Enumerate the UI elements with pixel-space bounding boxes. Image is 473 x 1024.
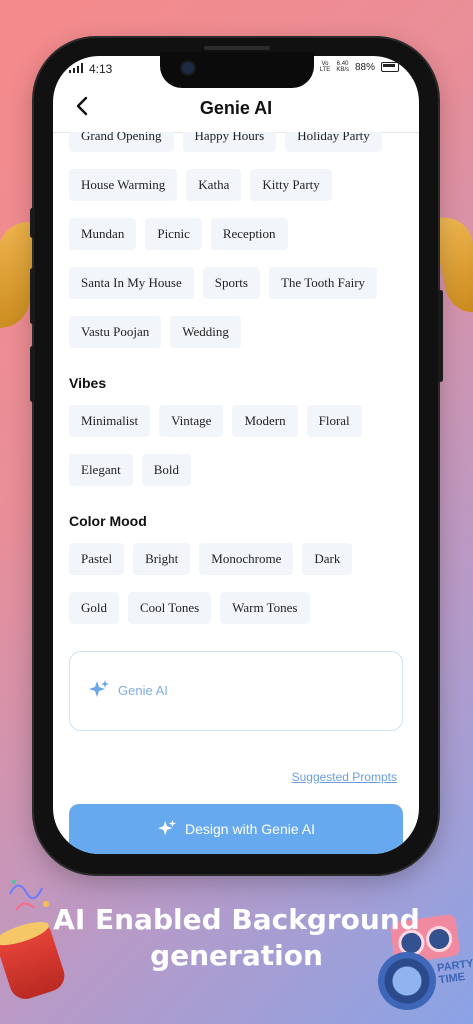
chip-cool-tones[interactable]: Cool Tones	[128, 592, 212, 624]
promo-line2: generation	[150, 939, 323, 972]
phone-side-button	[30, 208, 35, 238]
app-header: Genie AI	[53, 84, 419, 133]
chip-minimalist[interactable]: Minimalist	[69, 405, 151, 437]
sparkle-icon	[157, 819, 177, 836]
battery-icon	[381, 62, 399, 72]
chip-wedding[interactable]: Wedding	[170, 316, 241, 348]
speaker-grille	[204, 46, 270, 50]
chip-house-warming[interactable]: House Warming	[69, 169, 178, 201]
genie-prompt-input[interactable]: Genie AI	[69, 651, 403, 731]
speed-indicator: 6.40 KB/s	[336, 61, 349, 73]
design-button-label: Design with Genie AI	[185, 821, 315, 837]
page-title: Genie AI	[199, 97, 273, 118]
chip-holiday-party[interactable]: Holiday Party	[285, 132, 382, 152]
design-with-genie-button[interactable]: Design with Genie AI	[69, 804, 403, 854]
chip-katha[interactable]: Katha	[186, 169, 242, 201]
battery-percent: 88%	[354, 61, 375, 73]
color-mood-chips: Pastel Bright Monochrome Dark Gold Cool …	[53, 543, 419, 624]
chip-vastu-poojan[interactable]: Vastu Poojan	[69, 316, 162, 348]
volume-down-button	[30, 346, 35, 402]
camera-icon	[180, 60, 196, 76]
chip-bright[interactable]: Bright	[133, 543, 191, 575]
suggested-prompts-link[interactable]: Suggested Prompts	[292, 770, 397, 784]
power-button	[438, 290, 443, 382]
network-indicator: Vo LTE	[320, 61, 331, 73]
prompt-placeholder: Genie AI	[118, 683, 168, 698]
chip-gold[interactable]: Gold	[69, 592, 119, 624]
chip-kitty-party[interactable]: Kitty Party	[250, 169, 332, 201]
chip-picnic[interactable]: Picnic	[145, 218, 202, 250]
back-arrow-icon[interactable]	[71, 94, 95, 118]
phone-screen: 4:13 Vo LTE 6.40 KB/s 88% Genie AI Grand…	[53, 56, 419, 854]
color-mood-heading: Color Mood	[69, 513, 147, 529]
status-time: 4:13	[89, 62, 113, 76]
chip-grand-opening[interactable]: Grand Opening	[69, 132, 174, 152]
chip-dark[interactable]: Dark	[302, 543, 353, 575]
chip-sports[interactable]: Sports	[202, 267, 260, 299]
speed-bottom: KB/s	[336, 67, 349, 73]
chip-santa-in-my-house[interactable]: Santa In My House	[69, 267, 194, 299]
net-bottom: LTE	[319, 67, 331, 73]
chip-monochrome[interactable]: Monochrome	[199, 543, 294, 575]
chip-floral[interactable]: Floral	[306, 405, 362, 437]
chip-reception[interactable]: Reception	[210, 218, 288, 250]
chip-happy-hours[interactable]: Happy Hours	[182, 132, 277, 152]
vibes-heading: Vibes	[69, 375, 107, 391]
chip-mundan[interactable]: Mundan	[69, 218, 137, 250]
signal-icon	[69, 63, 83, 73]
occasion-chips: Grand Opening Happy Hours Holiday Party …	[53, 132, 419, 348]
promo-caption: AI Enabled Background generation	[0, 902, 473, 974]
chip-pastel[interactable]: Pastel	[69, 543, 125, 575]
status-right: Vo LTE 6.40 KB/s 88%	[320, 61, 399, 73]
chip-elegant[interactable]: Elegant	[69, 454, 133, 486]
content-area: Grand Opening Happy Hours Holiday Party …	[53, 132, 419, 854]
promo-line1: AI Enabled Background	[53, 903, 420, 936]
vibe-chips: Minimalist Vintage Modern Floral Elegant…	[53, 405, 419, 486]
chip-tooth-fairy[interactable]: The Tooth Fairy	[268, 267, 378, 299]
sparkle-icon	[89, 680, 109, 697]
chip-vintage[interactable]: Vintage	[159, 405, 224, 437]
chip-modern[interactable]: Modern	[232, 405, 298, 437]
chip-warm-tones[interactable]: Warm Tones	[220, 592, 310, 624]
dynamic-island	[160, 46, 314, 88]
chip-bold[interactable]: Bold	[141, 454, 192, 486]
volume-up-button	[30, 268, 35, 324]
